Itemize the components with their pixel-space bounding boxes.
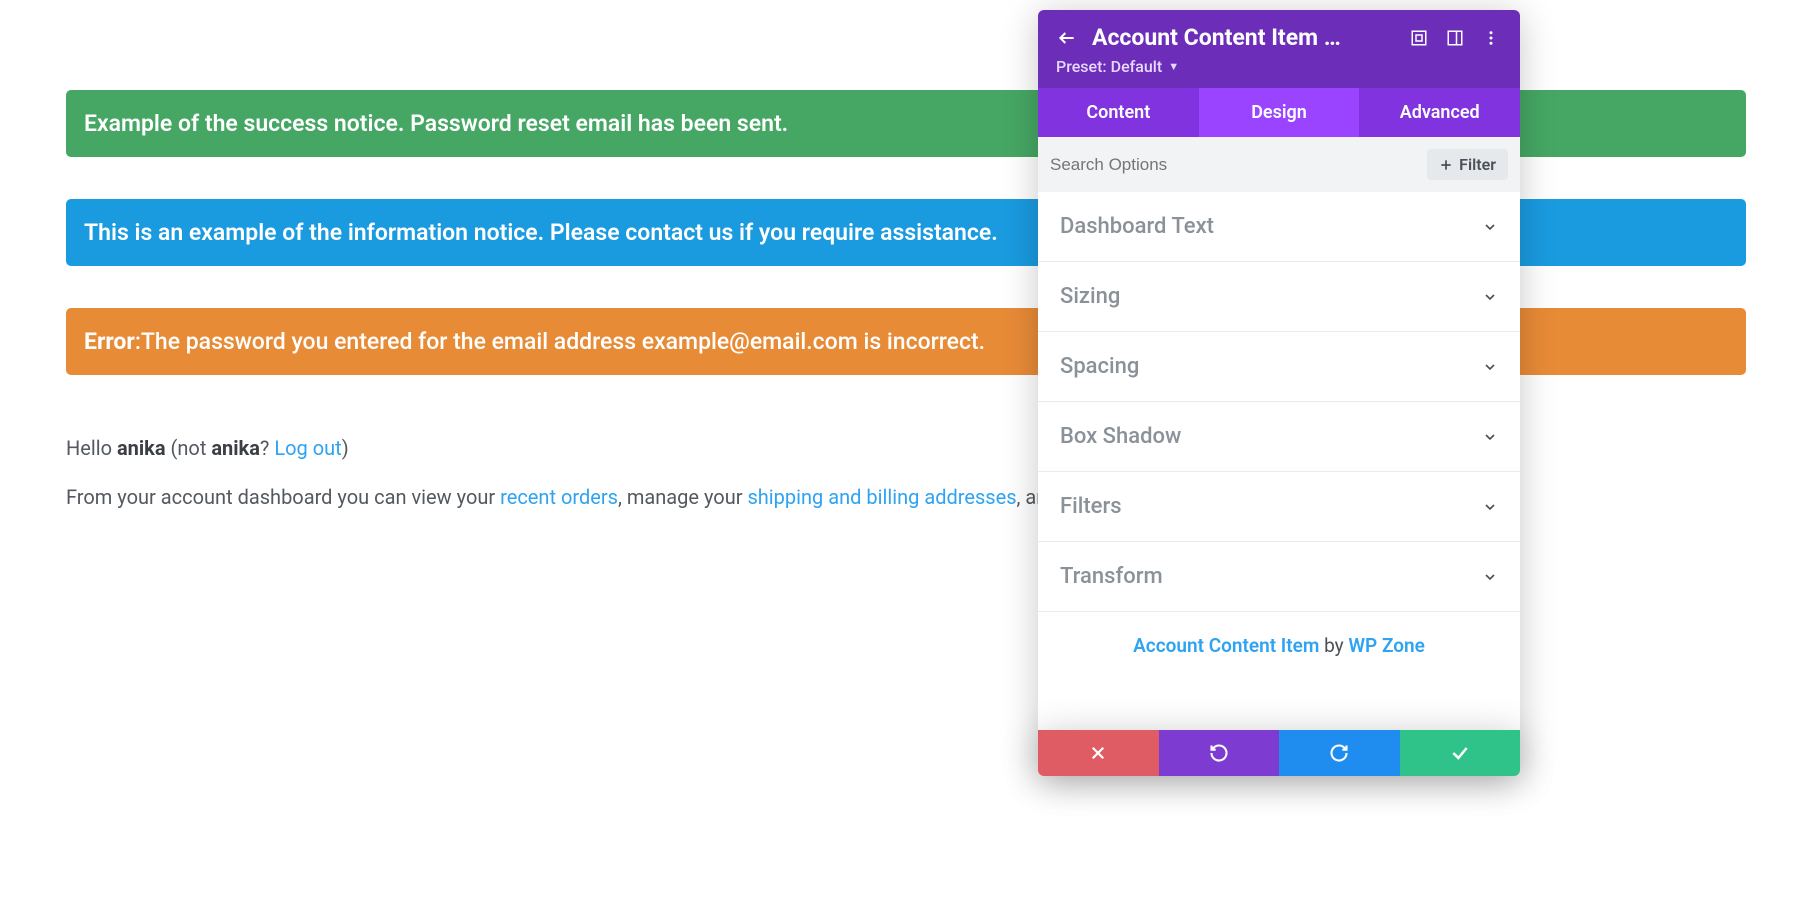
settings-panel: Account Content Item … Preset: Default ▼… (1038, 10, 1520, 776)
logout-link[interactable]: Log out (274, 436, 341, 460)
section-box-shadow[interactable]: Box Shadow (1038, 402, 1520, 472)
page-content: Example of the success notice. Password … (0, 0, 1800, 920)
preset-selector[interactable]: Preset: Default ▼ (1056, 57, 1502, 76)
by-word: by (1319, 634, 1348, 657)
preset-label: Preset: Default (1056, 57, 1162, 76)
desc-a: From your account dashboard you can view… (66, 485, 500, 509)
undo-button[interactable] (1159, 730, 1280, 776)
section-label: Filters (1060, 494, 1122, 519)
section-dashboard-text[interactable]: Dashboard Text (1038, 192, 1520, 262)
user-name-2: anika (211, 436, 260, 460)
more-icon[interactable] (1480, 27, 1502, 49)
panel-footer: Account Content Item by WP Zone (1038, 612, 1520, 687)
addresses-link[interactable]: shipping and billing addresses (747, 485, 1016, 509)
notice-error-label: Error (84, 328, 135, 355)
author-link[interactable]: WP Zone (1348, 634, 1424, 657)
section-label: Dashboard Text (1060, 214, 1214, 239)
section-label: Transform (1060, 564, 1163, 589)
tab-advanced[interactable]: Advanced (1359, 88, 1520, 137)
section-filters[interactable]: Filters (1038, 472, 1520, 542)
paren-close: ) (342, 436, 349, 460)
filter-label: Filter (1459, 155, 1496, 174)
chevron-down-icon (1482, 499, 1498, 515)
save-button[interactable] (1400, 730, 1521, 776)
section-spacing[interactable]: Spacing (1038, 332, 1520, 402)
tab-content[interactable]: Content (1038, 88, 1199, 137)
panel-header: Account Content Item … Preset: Default ▼ (1038, 10, 1520, 88)
tab-design[interactable]: Design (1199, 88, 1360, 137)
redo-button[interactable] (1279, 730, 1400, 776)
chevron-down-icon (1482, 359, 1498, 375)
back-icon[interactable] (1056, 27, 1078, 49)
dock-icon[interactable] (1444, 27, 1466, 49)
filter-button[interactable]: Filter (1427, 149, 1508, 180)
panel-body: Dashboard Text Sizing Spacing Box Shadow… (1038, 192, 1520, 776)
expand-icon[interactable] (1408, 27, 1430, 49)
desc-b: , manage your (618, 485, 748, 509)
chevron-down-icon (1482, 289, 1498, 305)
panel-tabs: Content Design Advanced (1038, 88, 1520, 137)
module-link[interactable]: Account Content Item (1133, 634, 1319, 657)
notice-error-text: :The password you entered for the email … (135, 328, 985, 355)
cancel-button[interactable] (1038, 730, 1159, 776)
qmark: ? (260, 436, 274, 460)
section-label: Sizing (1060, 284, 1120, 309)
user-name: anika (117, 436, 166, 460)
hello-word: Hello (66, 436, 117, 460)
panel-search-row: Filter (1038, 137, 1520, 192)
search-input[interactable] (1050, 155, 1417, 175)
chevron-down-icon (1482, 219, 1498, 235)
section-label: Box Shadow (1060, 424, 1181, 449)
chevron-down-icon (1482, 429, 1498, 445)
panel-actions (1038, 730, 1520, 776)
section-sizing[interactable]: Sizing (1038, 262, 1520, 332)
recent-orders-link[interactable]: recent orders (500, 485, 618, 509)
section-label: Spacing (1060, 354, 1139, 379)
section-transform[interactable]: Transform (1038, 542, 1520, 612)
caret-down-icon: ▼ (1168, 60, 1179, 73)
panel-title: Account Content Item … (1092, 24, 1394, 51)
not-open: (not (166, 436, 212, 460)
chevron-down-icon (1482, 569, 1498, 585)
